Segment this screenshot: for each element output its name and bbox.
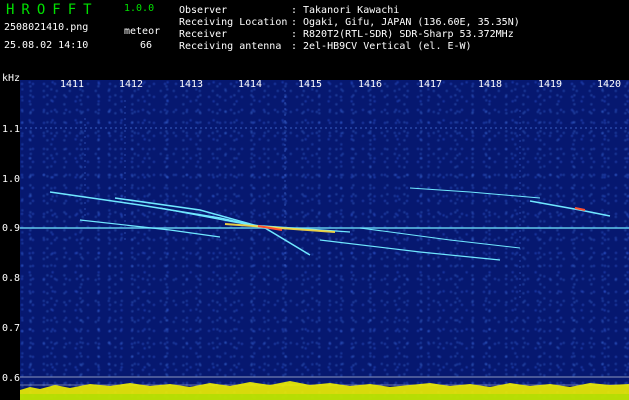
- info-separator: :: [291, 41, 298, 52]
- y-tick-label: 0.7: [2, 323, 21, 334]
- app-version: 1.0.0: [124, 3, 155, 14]
- x-tick-label: 1413: [179, 79, 204, 90]
- info-value: Takanori Kawachi: [303, 5, 400, 16]
- info-observer: Observer: Takanori Kawachi: [179, 5, 399, 16]
- x-tick-label: 1417: [418, 79, 443, 90]
- info-separator: :: [291, 29, 298, 40]
- info-key: Observer: [179, 5, 228, 16]
- info-key: Receiving antenna: [179, 41, 282, 52]
- header-panel: HROFFT 1.0.0 2508021410.png 25.08.02 14:…: [0, 0, 629, 78]
- x-tick-label: 1415: [298, 79, 323, 90]
- info-value: 2el-HB9CV Vertical (el. E-W): [303, 41, 472, 52]
- y-tick-label: 0.8: [2, 273, 21, 284]
- meteor-label: meteor: [124, 26, 161, 37]
- unit-label: kHz: [2, 73, 21, 84]
- info-key: Receiving Location: [179, 17, 288, 28]
- info-antenna: Receiving antenna:2el-HB9CV Vertical (el…: [179, 41, 472, 52]
- x-tick-label: 1419: [538, 79, 563, 90]
- x-tick-label: 1414: [238, 79, 263, 90]
- info-location: Receiving Location: Ogaki, Gifu, JAPAN (1…: [179, 17, 520, 28]
- info-separator: :: [291, 5, 298, 16]
- y-tick-label: 0.9: [2, 223, 21, 234]
- x-tick-label: 1420: [597, 79, 622, 90]
- info-separator: :: [291, 17, 298, 28]
- x-tick-label: 1416: [358, 79, 383, 90]
- spectrogram-traces: [20, 90, 629, 400]
- meteor-count: 66: [140, 40, 153, 51]
- info-receiver: Receiver: R820T2(RTL-SDR) SDR-Sharp 53.37…: [179, 29, 514, 40]
- x-tick-label: 1418: [478, 79, 503, 90]
- info-value: Ogaki, Gifu, JAPAN (136.60E, 35.35N): [303, 17, 520, 28]
- y-tick-label: 0.6: [2, 373, 21, 384]
- spectrogram: [20, 80, 629, 400]
- app-title: HROFFT: [6, 2, 99, 18]
- x-tick-label: 1411: [60, 79, 85, 90]
- y-tick-label: 1.1: [2, 124, 21, 135]
- y-tick-label: 1.0: [2, 174, 21, 185]
- date-time: 25.08.02 14:10: [4, 40, 89, 51]
- file-name: 2508021410.png: [4, 22, 89, 33]
- info-key: Receiver: [179, 29, 228, 40]
- info-value: R820T2(RTL-SDR) SDR-Sharp 53.372MHz: [303, 29, 514, 40]
- x-tick-label: 1412: [119, 79, 144, 90]
